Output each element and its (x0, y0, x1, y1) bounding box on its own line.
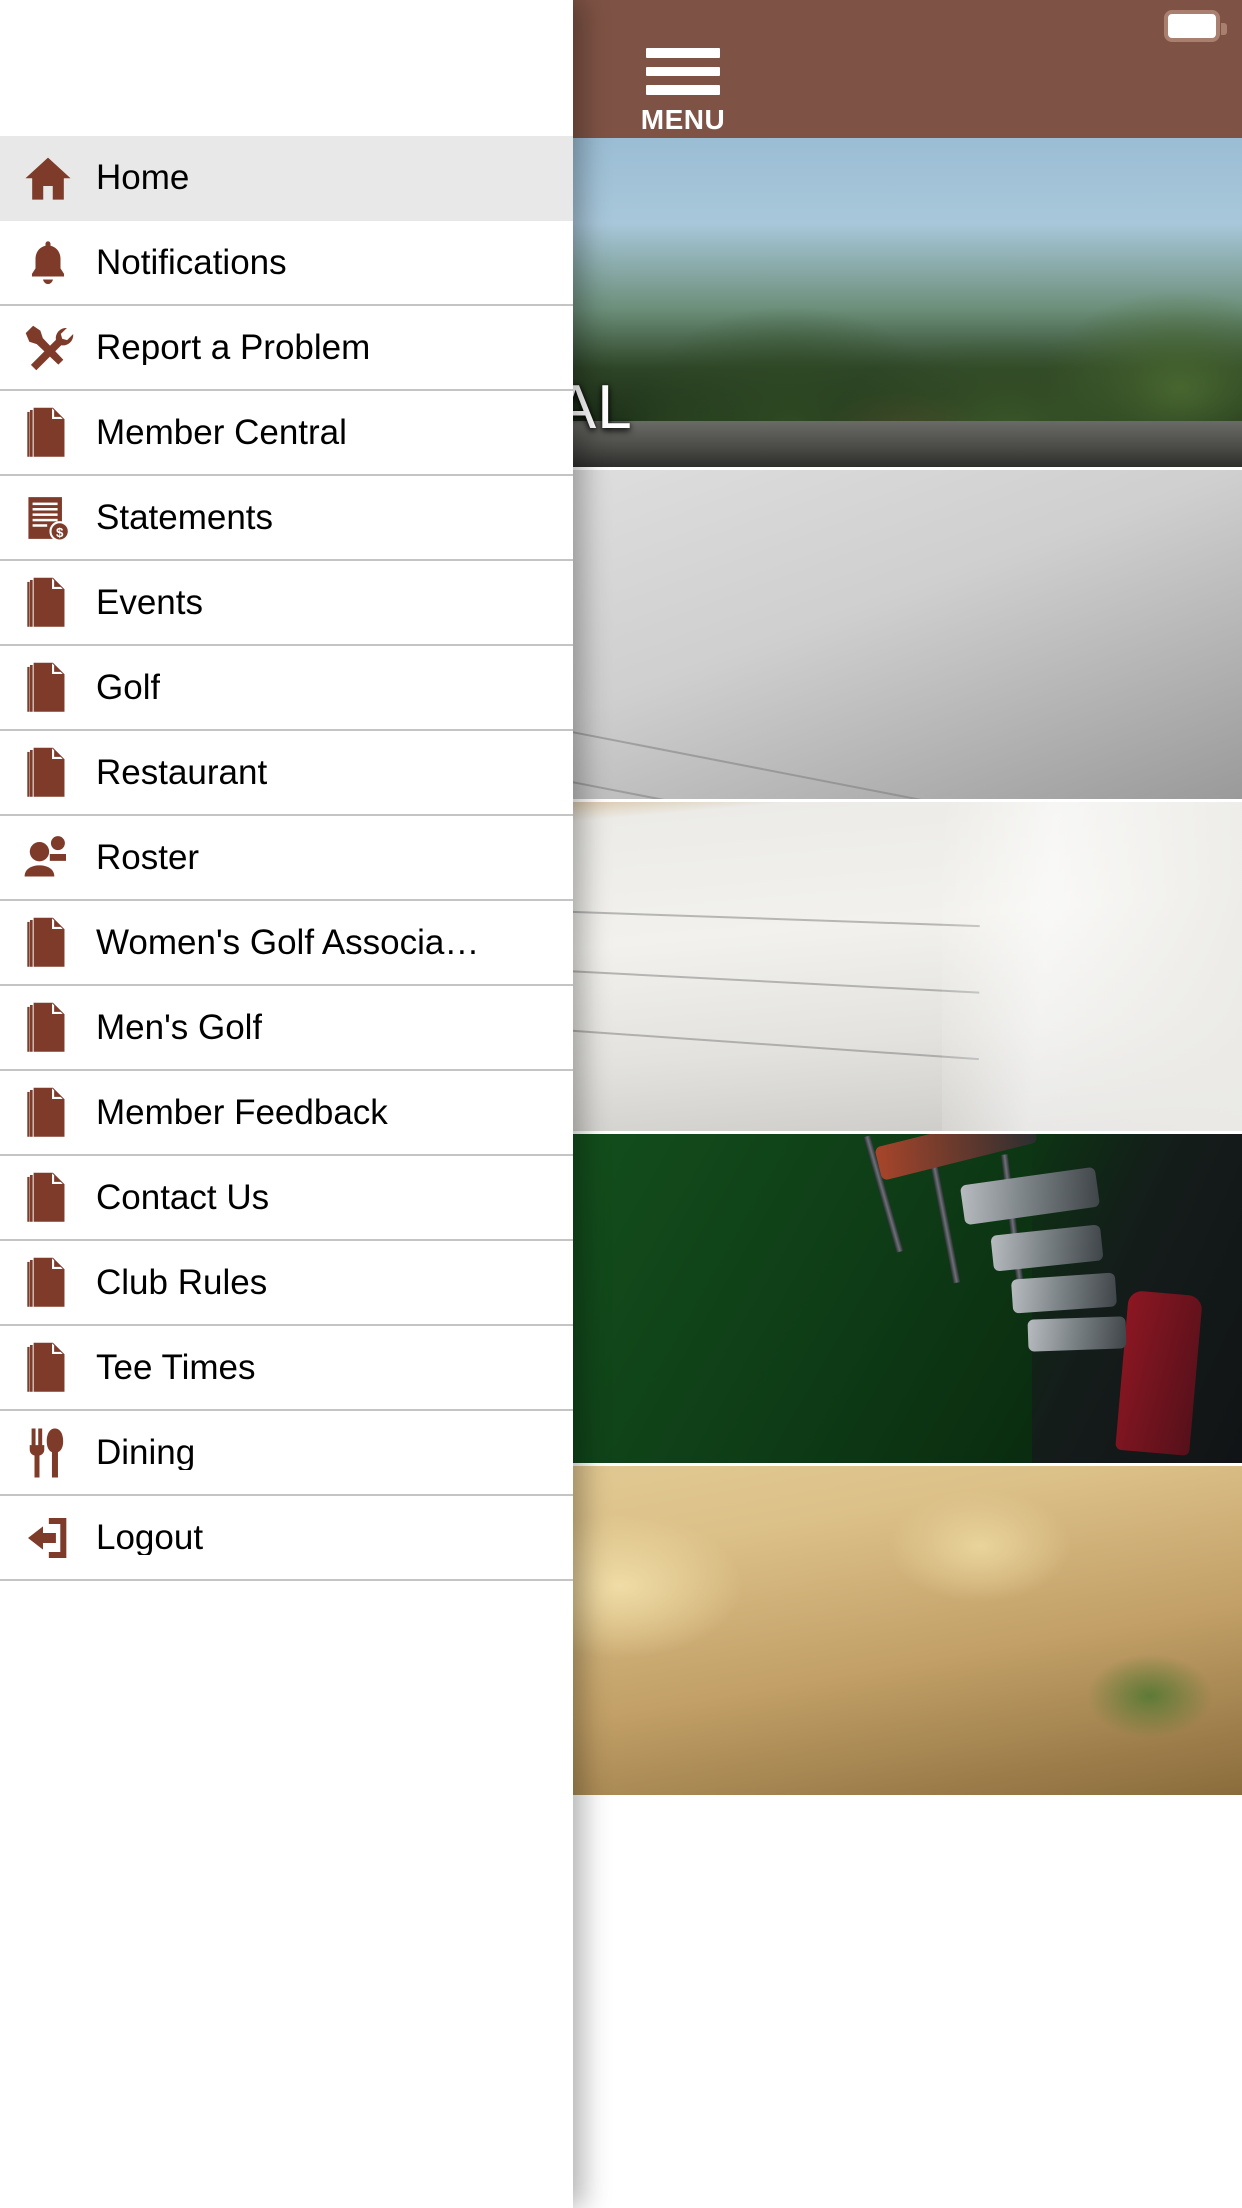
sidebar-item-label: Dining (96, 1435, 196, 1470)
sidebar-item-label: Member Central (96, 415, 347, 450)
sidebar-item-label: Tee Times (96, 1350, 256, 1385)
hamburger-bar (646, 85, 720, 96)
sidebar-item-label: Women's Golf Associa… (96, 925, 480, 960)
sidebar-item-dining[interactable]: Dining (0, 1411, 573, 1496)
bell-icon (0, 220, 96, 305)
cutlery-icon (0, 1410, 96, 1495)
sidebar-item-label: Restaurant (96, 755, 268, 790)
sidebar-item-label: Golf (96, 670, 161, 705)
sidebar-item-golf[interactable]: Golf (0, 646, 573, 731)
logout-icon (0, 1495, 96, 1580)
people-icon (0, 815, 96, 900)
sidebar-item-roster[interactable]: Roster (0, 816, 573, 901)
sidebar-item-report-a-problem[interactable]: Report a Problem (0, 306, 573, 391)
page-fold (942, 802, 1242, 1131)
sidebar-item-club-rules[interactable]: Club Rules (0, 1241, 573, 1326)
hamburger-bar (646, 66, 720, 77)
sidebar-item-label: Club Rules (96, 1265, 268, 1300)
sidebar-item-member-feedback[interactable]: Member Feedback (0, 1071, 573, 1156)
club-head (1010, 1272, 1118, 1314)
document-icon (0, 985, 96, 1070)
club-head (1027, 1316, 1127, 1352)
navigation-drawer: Home Notifications Report a Problem Member … (0, 0, 573, 2208)
document-icon (0, 1325, 96, 1410)
sidebar-item-events[interactable]: Events (0, 561, 573, 646)
document-icon (0, 1155, 96, 1240)
sidebar-item-notifications[interactable]: Notifications (0, 221, 573, 306)
sidebar-item-label: Report a Problem (96, 330, 371, 365)
sidebar-item-label: Notifications (96, 245, 287, 280)
menu-button[interactable]: MENU (613, 48, 753, 134)
sidebar-item-label: Roster (96, 840, 200, 875)
battery-icon (1164, 10, 1227, 42)
app-screen: MENU MEMBER CENTRAL Charge $0.00 Charge … (0, 0, 1242, 2208)
sidebar-item-label: Home (96, 160, 190, 195)
home-icon (0, 135, 96, 220)
sidebar-item-mens-golf[interactable]: Men's Golf (0, 986, 573, 1071)
club-head (874, 1134, 1038, 1181)
document-icon (0, 1240, 96, 1325)
sidebar-item-label: Statements (96, 500, 274, 535)
document-icon (0, 560, 96, 645)
sidebar-item-label: Contact Us (96, 1180, 270, 1215)
svg-text:$: $ (56, 524, 64, 539)
sidebar-item-label: Events (96, 585, 203, 620)
golf-bag-pocket (1115, 1290, 1203, 1456)
document-icon (0, 1070, 96, 1155)
sidebar-item-statements[interactable]: $ Statements (0, 476, 573, 561)
nav-list: Home Notifications Report a Problem Member … (0, 136, 573, 1581)
sidebar-item-womens-golf-associa[interactable]: Women's Golf Associa… (0, 901, 573, 986)
sidebar-item-restaurant[interactable]: Restaurant (0, 731, 573, 816)
sidebar-item-tee-times[interactable]: Tee Times (0, 1326, 573, 1411)
sidebar-item-home[interactable]: Home (0, 136, 573, 221)
document-icon (0, 730, 96, 815)
sidebar-item-member-central[interactable]: Member Central (0, 391, 573, 476)
invoice-icon: $ (0, 475, 96, 560)
sidebar-item-logout[interactable]: Logout (0, 1496, 573, 1581)
document-icon (0, 390, 96, 475)
sidebar-item-contact-us[interactable]: Contact Us (0, 1156, 573, 1241)
document-icon (0, 645, 96, 730)
sidebar-item-label: Logout (96, 1520, 204, 1555)
menu-label: MENU (640, 104, 726, 136)
drawer-header-spacer (0, 0, 573, 136)
tools-icon (0, 305, 96, 390)
sidebar-item-label: Men's Golf (96, 1010, 263, 1045)
document-icon (0, 900, 96, 985)
hamburger-bar (646, 48, 720, 58)
sidebar-item-label: Member Feedback (96, 1095, 388, 1130)
